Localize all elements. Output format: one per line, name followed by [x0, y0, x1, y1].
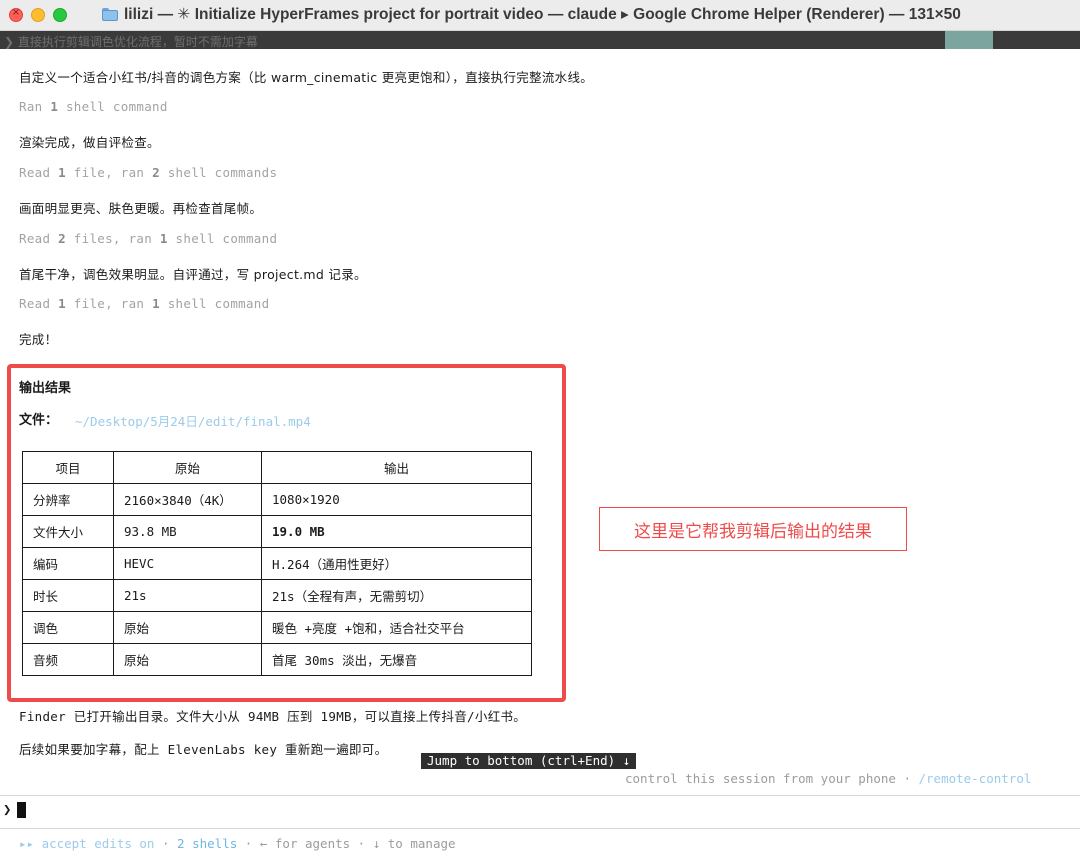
- message-line: 渲染完成，做自评检查。: [19, 135, 160, 150]
- text-cursor[interactable]: [17, 802, 26, 818]
- scrollbar-thumb[interactable]: [945, 31, 993, 49]
- folder-icon: [102, 8, 118, 21]
- annotation-callout: 这里是它帮我剪辑后输出的结果: [599, 507, 907, 551]
- message-line: 首尾干净，调色效果明显。自评通过，写 project.md 记录。: [19, 267, 367, 282]
- zoom-button[interactable]: [53, 8, 67, 22]
- table-cell: 编码: [22, 547, 114, 580]
- table-cell: 1080×1920: [261, 483, 532, 516]
- close-button[interactable]: ×: [9, 7, 23, 22]
- tool-summary[interactable]: Read 1 file, ran 1 shell command: [19, 296, 269, 311]
- table-cell: 93.8 MB: [113, 515, 262, 548]
- window-title: lilizi — ✳ Initialize HyperFrames projec…: [102, 5, 961, 24]
- result-table: 项目 原始 输出 分辨率 2160×3840（4K） 1080×1920 文件大…: [22, 451, 532, 676]
- shells-indicator[interactable]: 2 shells: [177, 836, 237, 851]
- message-line: 后续如果要加字幕，配上 ElevenLabs key 重新跑一遍即可。: [19, 742, 388, 757]
- output-title: 输出结果: [19, 381, 72, 396]
- jump-to-bottom-button[interactable]: Jump to bottom (ctrl+End) ↓: [421, 753, 637, 769]
- table-cell: 时长: [22, 579, 114, 612]
- table-row: 编码 HEVC H.264（通用性更好）: [22, 547, 532, 580]
- title-bar: × lilizi — ✳ Initialize HyperFrames proj…: [0, 0, 1080, 31]
- close-icon: ×: [11, 7, 21, 18]
- table-cell: 暖色 +亮度 +饱和，适合社交平台: [261, 611, 532, 644]
- accept-edits-toggle[interactable]: ▸▸ accept edits on: [19, 836, 154, 851]
- table-header: 原始: [113, 451, 262, 484]
- previous-prompt-text: ❯ 直接执行剪辑调色优化流程，暂时不需加字幕: [4, 35, 258, 49]
- agents-hint: ← for agents: [259, 836, 351, 851]
- prompt-icon: ❯: [3, 802, 12, 818]
- table-cell: 2160×3840（4K）: [113, 483, 262, 516]
- table-header-row: 项目 原始 输出: [22, 451, 532, 484]
- manage-hint: ↓ to manage: [372, 836, 456, 851]
- table-cell: 19.0 MB: [261, 515, 532, 548]
- table-row: 音频 原始 首尾 30ms 淡出，无爆音: [22, 643, 532, 676]
- tool-summary[interactable]: Read 1 file, ran 2 shell commands: [19, 165, 277, 180]
- window-title-text: lilizi — ✳ Initialize HyperFrames projec…: [124, 6, 961, 23]
- minimize-button[interactable]: [31, 8, 45, 22]
- file-label: 文件：: [19, 413, 59, 428]
- table-cell: HEVC: [113, 547, 262, 580]
- table-row: 文件大小 93.8 MB 19.0 MB: [22, 515, 532, 548]
- message-line: Finder 已打开输出目录。文件大小从 94MB 压到 19MB，可以直接上传…: [19, 709, 527, 724]
- input-divider-top: [0, 795, 1080, 796]
- table-row: 时长 21s 21s（全程有声，无需剪切）: [22, 579, 532, 612]
- message-line: 自定义一个适合小红书/抖音的调色方案（比 warm_cinematic 更亮更饱…: [19, 70, 594, 85]
- table-row: 调色 原始 暖色 +亮度 +饱和，适合社交平台: [22, 611, 532, 644]
- table-cell: 21s（全程有声，无需剪切）: [261, 579, 532, 612]
- table-cell: 首尾 30ms 淡出，无爆音: [261, 643, 532, 676]
- table-cell: 调色: [22, 611, 114, 644]
- message-line: 完成！: [19, 332, 58, 347]
- file-path-link[interactable]: ~/Desktop/5月24日/edit/final.mp4: [75, 411, 311, 430]
- table-cell: 原始: [113, 611, 262, 644]
- table-header: 输出: [261, 451, 532, 484]
- table-cell: H.264（通用性更好）: [261, 547, 532, 580]
- table-header: 项目: [22, 451, 114, 484]
- window-controls: ×: [9, 7, 67, 22]
- input-divider-bottom: [0, 828, 1080, 829]
- table-cell: 分辨率: [22, 483, 114, 516]
- previous-prompt-strip: ❯ 直接执行剪辑调色优化流程，暂时不需加字幕: [0, 31, 1080, 49]
- table-cell: 音频: [22, 643, 114, 676]
- tool-summary[interactable]: Read 2 files, ran 1 shell command: [19, 231, 277, 246]
- message-line: 画面明显更亮、肤色更暖。再检查首尾帧。: [19, 201, 263, 216]
- table-cell: 原始: [113, 643, 262, 676]
- status-footer: ▸▸ accept edits on · 2 shells · ← for ag…: [19, 836, 456, 851]
- table-cell: 文件大小: [22, 515, 114, 548]
- table-cell: 21s: [113, 579, 262, 612]
- tool-summary[interactable]: Ran 1 shell command: [19, 99, 168, 114]
- remote-control-hint: control this session from your phone · /…: [625, 771, 1032, 786]
- table-row: 分辨率 2160×3840（4K） 1080×1920: [22, 483, 532, 516]
- remote-control-link[interactable]: /remote-control: [919, 771, 1032, 786]
